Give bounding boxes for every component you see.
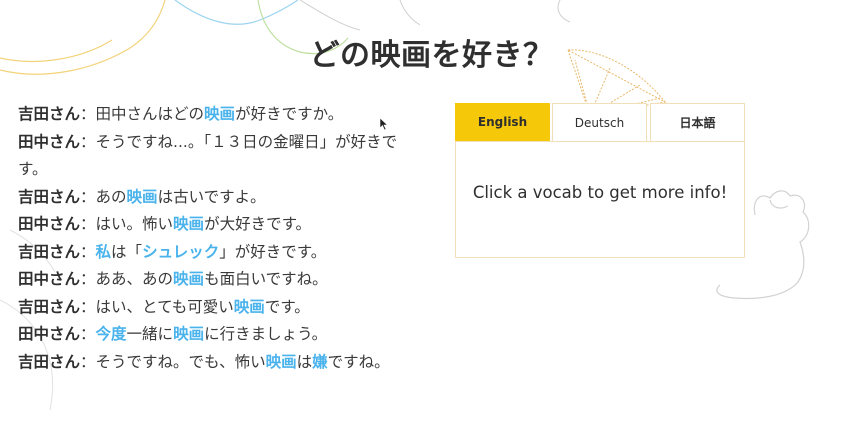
dialogue-text: が好きですか。 xyxy=(235,105,344,123)
dialogue-line: 吉田さん：あの映画は古いですよ。 xyxy=(18,184,413,212)
speaker-name: 田中さん xyxy=(18,215,81,233)
dialogue-text: そうですね。でも、怖い xyxy=(95,352,266,371)
speaker-separator: ： xyxy=(80,297,96,316)
dialogue-text: ですね。 xyxy=(327,352,390,371)
speaker-name: 吉田さん xyxy=(18,352,81,371)
dialogue-line: 田中さん：はい。怖い映画が大好きです。 xyxy=(18,211,413,239)
dialogue-text: 田中さんはどの xyxy=(95,105,205,123)
speaker-name: 田中さん xyxy=(18,325,81,343)
speaker-name: 吉田さん xyxy=(18,105,81,123)
speaker-separator: ： xyxy=(80,215,96,233)
speaker-name: 田中さん xyxy=(18,270,81,288)
page-title: どの映画を好き？ xyxy=(309,38,554,73)
vocab-word[interactable]: 映画 xyxy=(173,215,204,233)
dialogue-text: に行きましょう。 xyxy=(204,325,328,343)
vocab-word[interactable]: 私 xyxy=(96,243,112,261)
speaker-name: 吉田さん xyxy=(18,297,81,316)
vocab-word[interactable]: シュレック xyxy=(142,243,219,261)
speaker-separator: ： xyxy=(80,105,96,123)
dialogue-list: 吉田さん：田中さんはどの映画が好きですか。 田中さん：そうですね...。「１３日の… xyxy=(18,101,413,376)
blue-doodle-icon xyxy=(174,0,299,25)
dialogue-line: 田中さん：今度一緒に映画に行きましょう。 xyxy=(18,321,413,349)
vocab-word[interactable]: 嫌 xyxy=(312,353,328,371)
dialogue-line: 吉田さん：はい、とても可愛い映画です。 xyxy=(18,294,413,322)
dialogue-text: あの xyxy=(95,187,127,206)
speaker-name: 吉田さん xyxy=(18,187,81,206)
dialogue-line: 田中さん：そうですね...。「１３日の金曜日」が好きです。 xyxy=(18,129,413,184)
dialogue-text: 一緒に xyxy=(126,325,174,343)
dialogue-text: ああ、あの xyxy=(95,270,174,288)
vocab-info-panel: English Deutsch 日本語 Click a vocab to get… xyxy=(455,103,745,258)
vocab-word[interactable]: 映画 xyxy=(127,188,158,206)
vocab-word[interactable]: 映画 xyxy=(173,270,204,288)
speaker-separator: ： xyxy=(80,132,96,151)
tab-japanese[interactable]: 日本語 xyxy=(650,103,745,141)
dialogue-text: は xyxy=(296,352,313,371)
dialogue-text: も面白いですね。 xyxy=(204,270,328,288)
vocab-word[interactable]: 映画 xyxy=(204,105,235,123)
speaker-name: 田中さん xyxy=(18,132,81,151)
dialogue-text: 」が好きです。 xyxy=(219,242,327,261)
dialogue-text: はい。怖い xyxy=(95,215,174,233)
vocab-panel-body: Click a vocab to get more info! xyxy=(455,141,745,258)
dialogue-line: 吉田さん：私は「シュレック」が好きです。 xyxy=(18,239,413,267)
tab-english[interactable]: English xyxy=(455,103,550,141)
speaker-separator: ： xyxy=(80,352,96,371)
vocab-word[interactable]: 映画 xyxy=(234,298,265,316)
speaker-separator: ： xyxy=(80,270,96,288)
dialogue-line: 田中さん：ああ、あの映画も面白いですね。 xyxy=(18,266,413,294)
gray-doodle-icon xyxy=(299,0,571,31)
speaker-separator: ： xyxy=(80,187,96,206)
vocab-word[interactable]: 映画 xyxy=(266,353,297,371)
dialogue-text: は古いですよ。 xyxy=(157,187,266,206)
dialogue-text: が大好きです。 xyxy=(204,215,312,233)
vocab-word[interactable]: 映画 xyxy=(173,325,204,343)
dialogue-text: は「 xyxy=(111,242,143,261)
speaker-separator: ： xyxy=(80,325,96,343)
tab-deutsch[interactable]: Deutsch xyxy=(552,103,647,141)
mouse-pointer-icon xyxy=(379,117,389,131)
dialogue-text: です。 xyxy=(264,297,310,316)
dialogue-text: はい、とても可愛い xyxy=(95,297,234,316)
language-tabs: English Deutsch 日本語 xyxy=(455,103,745,141)
dialogue-line: 吉田さん：田中さんはどの映画が好きですか。 xyxy=(18,101,413,129)
dialogue-line: 吉田さん：そうですね。でも、怖い映画は嫌ですね。 xyxy=(18,349,413,377)
vocab-panel-message: Click a vocab to get more info! xyxy=(472,183,728,202)
speaker-name: 吉田さん xyxy=(18,242,81,261)
speaker-separator: ： xyxy=(80,242,96,261)
vocab-word[interactable]: 今度 xyxy=(96,325,127,343)
